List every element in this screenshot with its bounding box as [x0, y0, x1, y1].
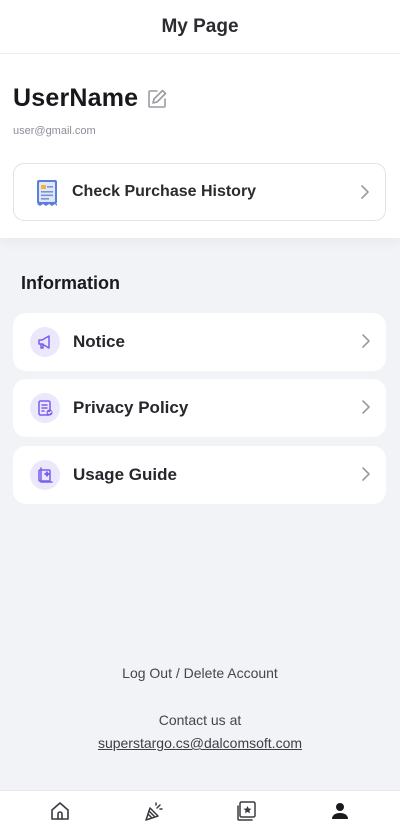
chevron-right-icon [362, 400, 370, 414]
chevron-right-icon [362, 467, 370, 481]
tab-home[interactable] [10, 791, 110, 828]
usage-guide-icon-badge [30, 460, 60, 490]
notice-icon-badge [30, 327, 60, 357]
privacy-policy-icon-badge [30, 393, 60, 423]
person-icon [332, 803, 348, 819]
username: UserName [13, 84, 139, 112]
notice-label: Notice [73, 332, 125, 351]
tab-my-page[interactable] [290, 791, 390, 828]
purchase-history-label: Check Purchase History [72, 183, 257, 200]
home-icon [51, 802, 69, 820]
information-heading: Information [21, 273, 120, 293]
privacy-policy-label: Privacy Policy [73, 398, 189, 417]
logout-delete-account-link[interactable]: Log Out / Delete Account [0, 665, 400, 681]
bottom-tab-bar [0, 790, 400, 828]
edit-icon[interactable] [146, 88, 168, 110]
usage-guide-label: Usage Guide [73, 465, 177, 484]
megaphone-icon [38, 335, 50, 349]
top-header: My Page [0, 0, 400, 54]
receipt-icon [37, 180, 57, 206]
party-popper-icon [145, 802, 163, 821]
document-check-icon [38, 400, 53, 416]
usage-guide-item[interactable]: Usage Guide [13, 446, 386, 504]
contact-email-link[interactable]: superstargo.cs@dalcomsoft.com [0, 735, 400, 751]
page-title: My Page [161, 15, 239, 37]
username-row: UserName [13, 84, 168, 113]
tab-collection[interactable] [196, 791, 296, 828]
check-purchase-history-button[interactable]: Check Purchase History [13, 163, 386, 221]
user-email: user@gmail.com [13, 125, 96, 137]
tab-events[interactable] [104, 791, 204, 828]
chevron-right-icon [361, 185, 369, 199]
star-photo-icon [237, 801, 256, 821]
privacy-policy-item[interactable]: Privacy Policy [13, 379, 386, 437]
profile-section: UserName user@gmail.com Check Purchase H… [0, 54, 400, 238]
contact-label: Contact us at [158, 712, 242, 728]
chevron-right-icon [362, 334, 370, 348]
notice-item[interactable]: Notice [13, 313, 386, 371]
guide-sparkle-icon [38, 467, 53, 483]
